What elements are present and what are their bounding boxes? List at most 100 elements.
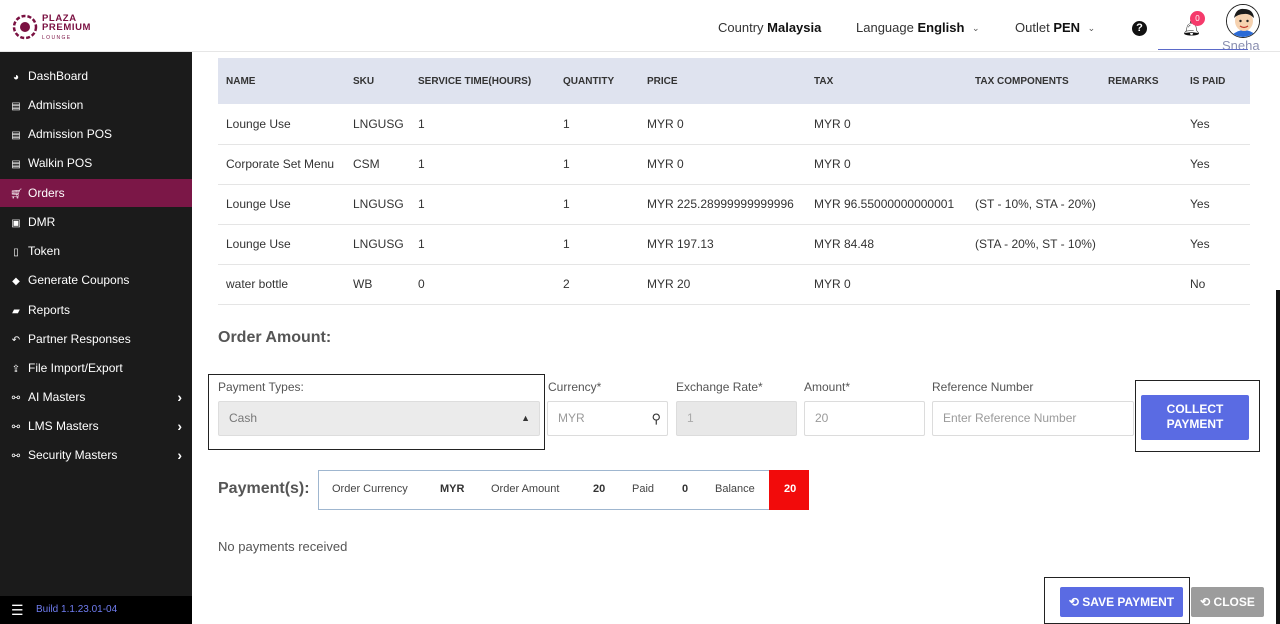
close-label: CLOSE xyxy=(1213,595,1255,609)
user-name[interactable]: Sneha xyxy=(1222,38,1260,53)
chevron-down-icon: ⌄ xyxy=(1087,23,1096,33)
payment-type-value: Cash xyxy=(229,411,258,425)
column-header-quantity[interactable]: QUANTITY xyxy=(555,58,639,104)
cart-icon: 🛒︎ xyxy=(10,189,23,200)
amount-label: Amount* xyxy=(804,380,851,394)
sidebar-item-label: Token xyxy=(28,244,61,258)
column-header-tax-components[interactable]: TAX COMPONENTS xyxy=(967,58,1100,104)
currency-input[interactable]: MYR ⚲ xyxy=(547,401,668,436)
sidebar-item-token[interactable]: ▯ Token xyxy=(0,237,192,265)
save-payment-button[interactable]: ⟲ SAVE PAYMENT xyxy=(1060,587,1183,617)
close-button[interactable]: ⟲ CLOSE xyxy=(1191,587,1264,617)
column-header-sku[interactable]: SKU xyxy=(345,58,410,104)
chevron-down-icon: ⌄ xyxy=(972,23,980,33)
sidebar-item-generate-coupons[interactable]: ◆ Generate Coupons xyxy=(0,266,192,294)
reference-number-placeholder: Enter Reference Number xyxy=(943,411,1077,425)
scrollbar[interactable] xyxy=(1276,290,1280,624)
table-cell xyxy=(967,144,1100,185)
sidebar-item-file-import-export[interactable]: ⇪ File Import/Export xyxy=(0,354,192,382)
table-cell: Yes xyxy=(1182,184,1250,225)
language-label: Language xyxy=(856,20,914,35)
id-card-icon: ▤ xyxy=(11,130,21,141)
brand-logo[interactable]: PLAZA PREMIUM LOUNGE xyxy=(12,12,122,42)
no-payments-message: No payments received xyxy=(218,539,348,554)
sidebar-item-admission-pos[interactable]: ▤ Admission POS xyxy=(0,120,192,148)
country-label: Country xyxy=(718,20,764,35)
sidebar-item-dmr[interactable]: ▣ DMR xyxy=(0,208,192,236)
table-cell: MYR 0 xyxy=(806,264,967,305)
sidebar-item-lms-masters[interactable]: ⚯ LMS Masters › xyxy=(0,412,192,440)
table-cell: 1 xyxy=(555,224,639,265)
table-cell: CSM xyxy=(345,144,410,185)
sidebar-item-label: Admission xyxy=(28,98,84,112)
help-icon[interactable]: ? xyxy=(1132,21,1147,36)
table-cell: MYR 20 xyxy=(639,264,806,305)
file-icon: ▯ xyxy=(13,247,19,258)
collect-payment-button[interactable]: COLLECT PAYMENT xyxy=(1141,395,1249,440)
avatar[interactable] xyxy=(1226,4,1260,38)
column-header-remarks[interactable]: REMARKS xyxy=(1100,58,1182,104)
column-header-tax[interactable]: TAX xyxy=(806,58,967,104)
table-cell: MYR 197.13 xyxy=(639,224,806,265)
sidebar-item-reports[interactable]: ▰ Reports xyxy=(0,296,192,324)
sidebar-item-dashboard[interactable]: ◕ DashBoard xyxy=(0,62,192,90)
sidebar-item-label: Partner Responses xyxy=(28,332,131,346)
table-cell: 0 xyxy=(410,264,555,305)
table-cell: 1 xyxy=(555,104,639,145)
country-value: Malaysia xyxy=(767,20,822,35)
payment-type-select[interactable]: Cash ▲ xyxy=(218,401,540,436)
order-currency-value: MYR xyxy=(440,483,465,495)
column-header-service-time[interactable]: SERVICE TIME(HOURS) xyxy=(410,58,555,104)
sidebar-item-walkin-pos[interactable]: ▤ Walkin POS xyxy=(0,149,192,177)
sitemap-icon: ⚯ xyxy=(11,451,21,462)
language-selector[interactable]: Language English ⌄ xyxy=(856,20,980,35)
paid-label: Paid xyxy=(632,483,655,495)
brand-line2: PREMIUM xyxy=(42,22,92,33)
amount-input[interactable]: 20 xyxy=(804,401,925,436)
hamburger-menu-icon[interactable]: ☰ xyxy=(11,602,24,619)
sidebar-item-label: Generate Coupons xyxy=(28,273,130,287)
table-cell: MYR 0 xyxy=(806,144,967,185)
table-cell xyxy=(1100,224,1182,265)
outlet-value: PEN xyxy=(1053,20,1081,35)
table-cell: MYR 0 xyxy=(639,104,806,145)
table-cell: 1 xyxy=(410,224,555,265)
table-cell: 2 xyxy=(555,264,639,305)
sitemap-icon: ⚯ xyxy=(11,422,21,433)
sidebar-item-label: AI Masters xyxy=(28,390,86,404)
table-cell: Lounge Use xyxy=(218,224,345,265)
table-cell: MYR 0 xyxy=(639,144,806,185)
sidebar-item-security-masters[interactable]: ⚯ Security Masters › xyxy=(0,441,192,469)
search-icon[interactable]: ⚲ xyxy=(651,402,661,435)
sidebar-item-ai-masters[interactable]: ⚯ AI Masters › xyxy=(0,383,192,411)
table-cell: 1 xyxy=(555,144,639,185)
top-bar: PLAZA PREMIUM LOUNGE Country Malaysia La… xyxy=(0,0,1280,53)
brand-logo-icon xyxy=(12,14,38,40)
table-cell: (ST - 10%, STA - 20%) xyxy=(967,184,1100,225)
outlet-selector[interactable]: Outlet PEN ⌄ xyxy=(1015,20,1095,35)
column-header-is-paid[interactable]: IS PAID xyxy=(1182,58,1250,104)
sidebar-item-label: DashBoard xyxy=(28,69,89,83)
language-value: English xyxy=(917,20,965,35)
column-header-price[interactable]: PRICE xyxy=(639,58,806,104)
table-header-row: NAME SKU SERVICE TIME(HOURS) QUANTITY PR… xyxy=(218,58,1250,104)
sidebar-item-partner-responses[interactable]: ↶ Partner Responses xyxy=(0,325,192,353)
balance-value: 20 xyxy=(784,483,797,495)
table-cell: (STA - 20%, ST - 10%) xyxy=(967,224,1100,265)
currency-value: MYR xyxy=(558,411,585,425)
table-cell: MYR 225.28999999999996 xyxy=(639,184,806,225)
table-cell: Yes xyxy=(1182,224,1250,265)
reference-number-input[interactable]: Enter Reference Number xyxy=(932,401,1134,436)
sidebar-item-orders[interactable]: 🛒︎ Orders xyxy=(0,179,192,207)
chevron-right-icon: › xyxy=(177,418,182,434)
column-header-name[interactable]: NAME xyxy=(218,58,345,104)
sidebar-item-admission[interactable]: ▤ Admission xyxy=(0,91,192,119)
calendar-icon: ▣ xyxy=(11,218,21,229)
currency-label: Currency* xyxy=(548,380,602,394)
table-cell: Corporate Set Menu xyxy=(218,144,345,185)
table-row: Lounge Use LNGUSG 1 1 MYR 197.13 MYR 84.48 (ST… xyxy=(218,224,1250,265)
table-row: Lounge Use LNGUSG 1 1 MYR 0 MYR 0 Yes xyxy=(218,104,1250,145)
sidebar-item-label: File Import/Export xyxy=(28,361,123,375)
dashboard-icon: ◕ xyxy=(12,72,20,83)
chevron-right-icon: › xyxy=(177,447,182,463)
